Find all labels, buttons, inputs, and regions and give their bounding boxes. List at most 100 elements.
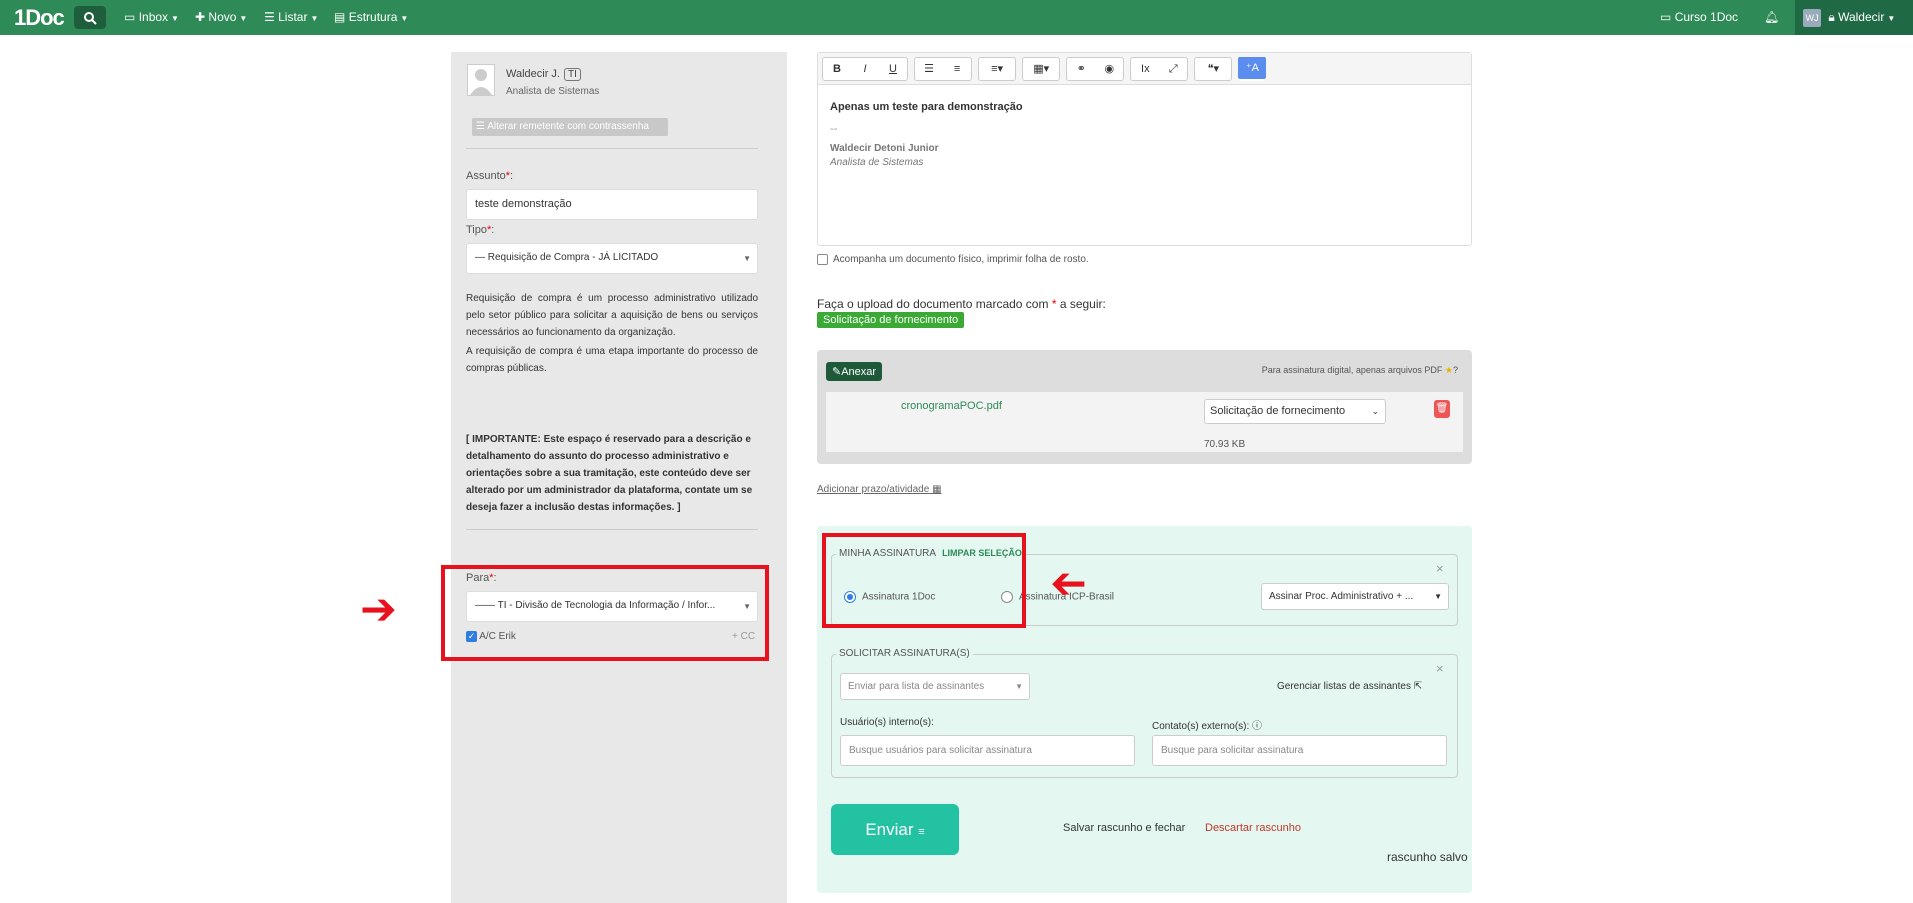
table-group: ▦▾ bbox=[1022, 57, 1061, 81]
help-icon[interactable]: ? bbox=[1453, 365, 1458, 375]
calendar-icon: ▦ bbox=[932, 484, 942, 495]
top-navbar: 1Doc ▭ Inbox ▼ ✚ Novo ▼ ☰ Listar ▼ ▤ Estrut… bbox=[0, 0, 1913, 35]
fullscreen-icon[interactable]: ⤢ bbox=[1159, 58, 1187, 80]
align-icon[interactable]: ≡▾ bbox=[979, 58, 1015, 80]
type-select[interactable]: — Requisição de Compra - JÁ LICITADO ▼ bbox=[466, 243, 758, 274]
change-sender-label: Alterar remetente com contrassenha bbox=[487, 121, 649, 132]
required-doc-tag: Solicitação de fornecimento bbox=[817, 312, 965, 328]
search-icon bbox=[84, 12, 97, 25]
clear-format-icon[interactable]: Ix bbox=[1131, 58, 1159, 80]
sender-name-text: Waldecir J. bbox=[506, 68, 560, 80]
text-size-icon[interactable]: ⁺A bbox=[1238, 57, 1267, 79]
lock-icon: 🔒︎ bbox=[1828, 10, 1835, 25]
bell-icon[interactable]: 🔔︎ bbox=[1764, 10, 1779, 24]
send-button[interactable]: Enviar ≡ bbox=[831, 804, 959, 855]
close-icon[interactable]: × bbox=[1436, 561, 1444, 576]
subject-label: Assunto*: bbox=[466, 170, 514, 182]
external-link-icon: ⇱ bbox=[1413, 681, 1423, 692]
manage-lists-link[interactable]: Gerenciar listas de assinantes ⇱ bbox=[1277, 681, 1422, 692]
editor-line: Apenas um teste para demonstração bbox=[830, 101, 1023, 113]
course-link[interactable]: ▭ Curso 1Doc bbox=[1660, 10, 1738, 24]
star-icon: ★ bbox=[1444, 365, 1453, 375]
upload-instructions: Faça o upload do documento marcado com *… bbox=[817, 297, 1106, 311]
file-type-value: Solicitação de fornecimento bbox=[1210, 405, 1346, 417]
avatar: WJ bbox=[1803, 9, 1821, 27]
internal-users-label: Usuário(s) interno(s): bbox=[840, 717, 934, 728]
sector-badge: TI bbox=[564, 68, 581, 81]
course-label: Curso 1Doc bbox=[1674, 10, 1739, 24]
building-icon: ▤ bbox=[334, 10, 346, 24]
request-signature-fieldset: SOLICITAR ASSINATURA(S) × Enviar para li… bbox=[831, 648, 1458, 778]
divider bbox=[466, 529, 758, 530]
laptop-icon: ▭ bbox=[1660, 10, 1672, 24]
type-value: — Requisição de Compra - JÁ LICITADO bbox=[475, 252, 659, 263]
info-icon[interactable]: ⓘ bbox=[1252, 721, 1262, 732]
list-icon: ☰ bbox=[476, 121, 485, 132]
physical-doc-checkbox[interactable]: Acompanha um documento físico, imprimir … bbox=[817, 254, 1089, 265]
numbered-list-icon[interactable]: ≡ bbox=[943, 58, 971, 80]
table-icon[interactable]: ▦▾ bbox=[1023, 58, 1059, 80]
divider bbox=[466, 148, 758, 149]
signer-list-value: Enviar para lista de assinantes bbox=[848, 681, 985, 692]
highlight-box bbox=[441, 565, 769, 661]
attach-button[interactable]: ✎Anexar bbox=[826, 362, 883, 381]
save-draft-link[interactable]: Salvar rascunho e fechar bbox=[1063, 822, 1185, 834]
arrow-right-icon: ➔ bbox=[360, 585, 397, 634]
file-row: cronogramaPOC.pdf Solicitação de forneci… bbox=[826, 392, 1463, 452]
quote-group: ❝▾ bbox=[1194, 57, 1233, 81]
type-label: Tipo*: bbox=[466, 224, 495, 236]
chevron-down-icon: ▼ bbox=[1015, 682, 1023, 691]
editor-content[interactable]: Apenas um teste para demonstração -- Wal… bbox=[818, 85, 1471, 184]
nav-label: Estrutura bbox=[348, 10, 398, 24]
nav-label: Listar bbox=[278, 10, 308, 24]
important-notice: [ IMPORTANTE: Este espaço é reservado pa… bbox=[466, 434, 753, 513]
plus-icon: ✚ bbox=[195, 10, 206, 24]
editor-toolbar: BIU ☰ ≡ ≡▾ ▦▾ ⚭ ◉ Ix ⤢ ❝▾ ⁺A bbox=[818, 53, 1471, 85]
signer-list-select[interactable]: Enviar para lista de assinantes ▼ bbox=[840, 673, 1030, 700]
format-group: BIU bbox=[822, 57, 908, 81]
nav-novo[interactable]: ✚ Novo ▼ bbox=[195, 10, 247, 24]
rich-text-editor[interactable]: BIU ☰ ≡ ≡▾ ▦▾ ⚭ ◉ Ix ⤢ ❝▾ ⁺A Apenas um t… bbox=[817, 52, 1472, 246]
user-menu[interactable]: WJ 🔒︎ Waldecir ▼ bbox=[1795, 0, 1913, 35]
align-group: ≡▾ bbox=[978, 57, 1017, 81]
discard-draft-link[interactable]: Descartar rascunho bbox=[1205, 822, 1301, 834]
request-signature-legend: SOLICITAR ASSINATURA(S) bbox=[836, 648, 973, 659]
checkbox-icon bbox=[817, 254, 828, 265]
close-icon[interactable]: × bbox=[1436, 661, 1444, 676]
add-deadline-link[interactable]: Adicionar prazo/atividade ▦ bbox=[817, 484, 942, 495]
type-description: Requisição de compra é um processo admin… bbox=[466, 293, 758, 338]
italic-icon[interactable]: I bbox=[851, 58, 879, 80]
chevron-down-icon: ▼ bbox=[1434, 592, 1442, 601]
trash-icon[interactable]: 🗑︎ bbox=[1434, 400, 1450, 418]
search-button[interactable] bbox=[74, 6, 106, 29]
attach-label: Anexar bbox=[841, 366, 877, 378]
change-sender-button[interactable]: ☰ Alterar remetente com contrassenha bbox=[472, 118, 668, 136]
quote-icon[interactable]: ❝▾ bbox=[1195, 58, 1231, 80]
list-icon: ☰ bbox=[264, 10, 275, 24]
internal-users-input[interactable]: Busque usuários para solicitar assinatur… bbox=[840, 735, 1135, 766]
bold-icon[interactable]: B bbox=[823, 58, 851, 80]
nav-label: Novo bbox=[208, 10, 237, 24]
inbox-icon: ▭ bbox=[124, 10, 136, 24]
chevron-down-icon: ▼ bbox=[743, 254, 751, 263]
external-contacts-input[interactable]: Busque para solicitar assinatura bbox=[1152, 735, 1447, 766]
bullet-list-icon[interactable]: ☰ bbox=[915, 58, 943, 80]
paperclip-icon: ✎ bbox=[832, 366, 842, 378]
file-link[interactable]: cronogramaPOC.pdf bbox=[901, 400, 1002, 412]
pdf-note: Para assinatura digital, apenas arquivos… bbox=[1261, 365, 1458, 375]
user-icon bbox=[470, 69, 492, 95]
subject-input[interactable]: teste demonstração bbox=[466, 189, 758, 220]
underline-icon[interactable]: U bbox=[879, 58, 907, 80]
link-icon[interactable]: ⚭ bbox=[1067, 58, 1095, 80]
nav-estrutura[interactable]: ▤ Estrutura ▼ bbox=[334, 10, 408, 24]
sign-type-select[interactable]: Assinar Proc. Administrativo + ... ▼ bbox=[1261, 583, 1449, 610]
brand-logo[interactable]: 1Doc bbox=[14, 5, 65, 31]
eye-icon[interactable]: ◉ bbox=[1095, 58, 1123, 80]
tools-group: Ix ⤢ bbox=[1130, 57, 1189, 81]
ai-group: ⁺A bbox=[1238, 57, 1267, 81]
nav-inbox[interactable]: ▭ Inbox ▼ bbox=[124, 10, 179, 24]
list-group: ☰ ≡ bbox=[914, 57, 973, 81]
attachments-box: ✎Anexar Para assinatura digital, apenas … bbox=[817, 350, 1472, 464]
file-type-select[interactable]: Solicitação de fornecimento ⌄ bbox=[1204, 399, 1386, 424]
nav-listar[interactable]: ☰ Listar ▼ bbox=[264, 10, 318, 24]
